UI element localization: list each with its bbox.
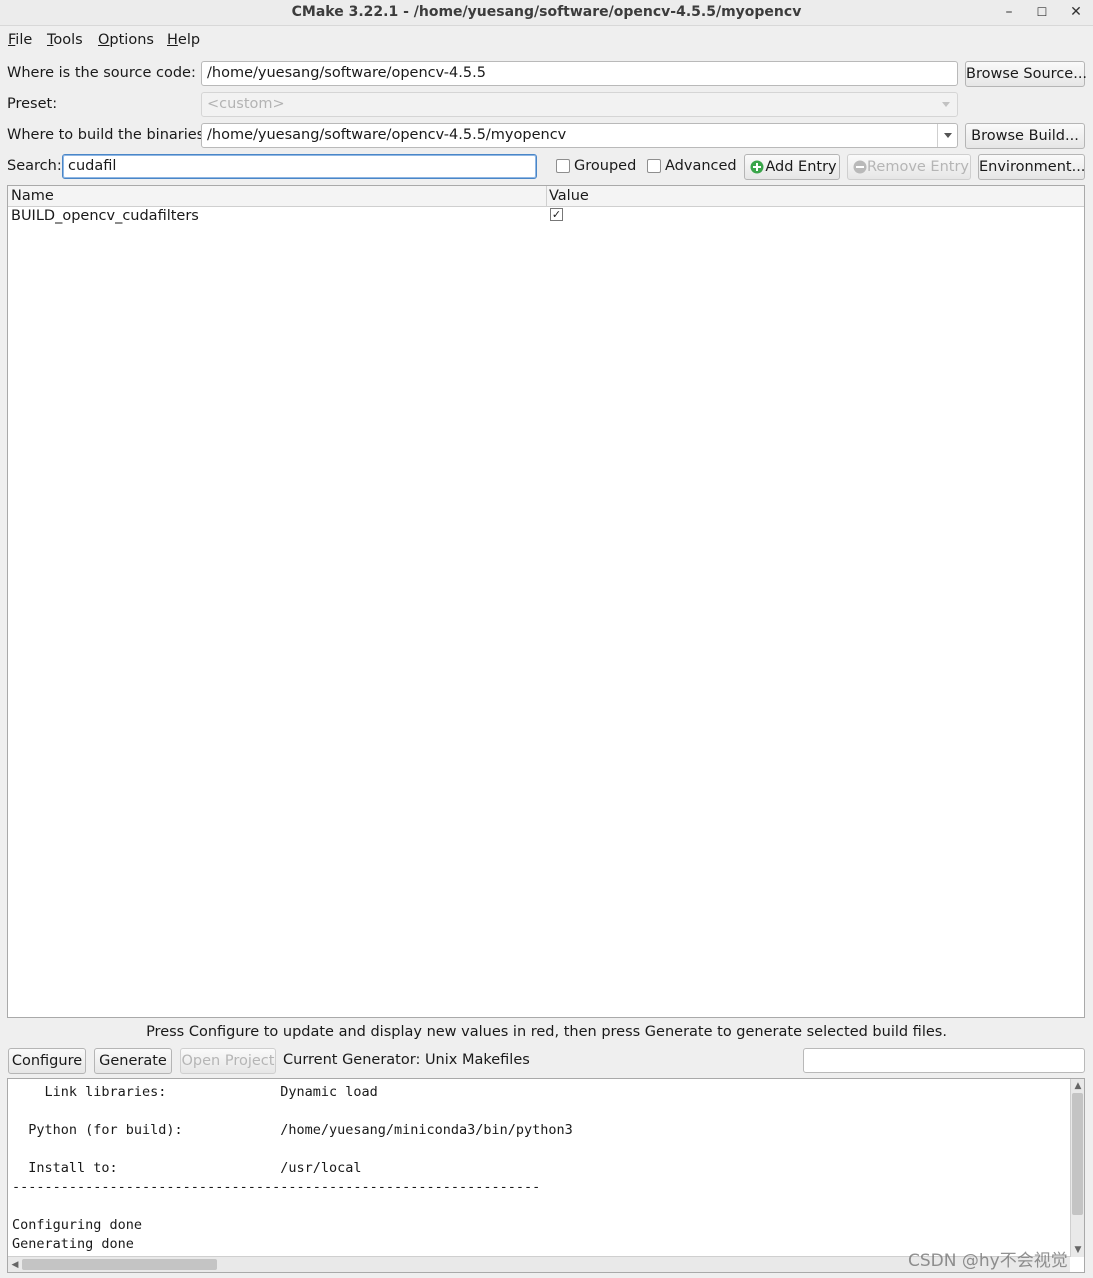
output-search-input[interactable]: [803, 1048, 1085, 1073]
menu-options-mnemonic: O: [98, 32, 110, 48]
preset-dropdown-icon: [936, 93, 956, 116]
preset-value: <custom>: [207, 96, 285, 112]
menu-help-label: elp: [177, 32, 201, 48]
title-bar: CMake 3.22.1 - /home/yuesang/software/op…: [0, 0, 1093, 26]
watermark: CSDN @hy不会视觉: [908, 1251, 1068, 1271]
environment-button[interactable]: Environment...: [978, 154, 1085, 180]
column-name[interactable]: Name: [11, 188, 54, 204]
menu-help[interactable]: Help: [167, 32, 200, 48]
configure-button[interactable]: Configure: [8, 1048, 86, 1074]
menu-file-label: ile: [15, 32, 33, 48]
column-separator[interactable]: [546, 186, 547, 207]
table-row-name[interactable]: BUILD_opencv_cudafilters: [11, 208, 199, 224]
output-text: Link libraries: Dynamic load Python (for…: [12, 1084, 573, 1252]
build-path-value: /home/yuesang/software/opencv-4.5.5/myop…: [207, 127, 567, 143]
scroll-up-icon[interactable]: ▲: [1071, 1079, 1084, 1093]
build-label: Where to build the binaries:: [7, 127, 210, 143]
minimize-icon[interactable]: –: [998, 2, 1020, 22]
browse-source-button[interactable]: Browse Source...: [965, 61, 1087, 87]
horizontal-scroll-thumb[interactable]: [22, 1259, 217, 1270]
status-hint: Press Configure to update and display ne…: [146, 1024, 947, 1040]
grouped-checkbox[interactable]: [556, 159, 570, 173]
source-path-input[interactable]: /home/yuesang/software/opencv-4.5.5: [201, 61, 958, 86]
scroll-down-icon[interactable]: ▼: [1071, 1243, 1084, 1257]
column-value[interactable]: Value: [549, 188, 589, 204]
vertical-scrollbar[interactable]: ▲ ▼: [1070, 1079, 1084, 1257]
grouped-label: Grouped: [574, 158, 637, 174]
build-path-combobox[interactable]: /home/yuesang/software/opencv-4.5.5/myop…: [201, 123, 958, 148]
menu-file[interactable]: File: [8, 32, 32, 48]
advanced-label: Advanced: [665, 158, 737, 174]
close-icon[interactable]: ✕: [1065, 2, 1087, 22]
output-log[interactable]: Link libraries: Dynamic load Python (for…: [7, 1078, 1085, 1273]
add-entry-button[interactable]: Add Entry: [744, 154, 840, 180]
preset-select: <custom>: [201, 92, 958, 117]
search-label: Search:: [7, 158, 62, 174]
menu-tools-label: ools: [53, 32, 83, 48]
current-generator: Current Generator: Unix Makefiles: [283, 1052, 530, 1068]
menu-options-label: ptions: [109, 32, 154, 48]
vertical-scroll-thumb[interactable]: [1072, 1093, 1083, 1215]
build-path-dropdown-icon[interactable]: [937, 124, 957, 147]
search-input[interactable]: cudafil: [62, 154, 537, 179]
maximize-icon[interactable]: ☐: [1031, 2, 1053, 22]
open-project-button: Open Project: [180, 1048, 276, 1074]
menu-tools[interactable]: Tools: [47, 32, 83, 48]
minus-circle-icon: [853, 160, 867, 174]
advanced-checkbox[interactable]: [647, 159, 661, 173]
generate-button[interactable]: Generate: [94, 1048, 172, 1074]
cache-table[interactable]: Name Value BUILD_opencv_cudafilters ✓: [7, 185, 1085, 1018]
scroll-left-icon[interactable]: ◀: [8, 1258, 22, 1272]
remove-entry-button: Remove Entry: [847, 154, 971, 180]
browse-build-button[interactable]: Browse Build...: [965, 123, 1085, 149]
menu-bar: File Tools Options Help: [0, 28, 1093, 52]
menu-help-mnemonic: H: [167, 32, 178, 48]
table-row-value-checkbox[interactable]: ✓: [550, 208, 563, 221]
remove-entry-label: Remove Entry: [866, 159, 970, 175]
source-label: Where is the source code:: [7, 65, 196, 81]
plus-circle-icon: [750, 160, 764, 174]
table-header: Name Value: [8, 186, 1084, 207]
add-entry-label: Add Entry: [765, 159, 837, 175]
menu-options[interactable]: Options: [98, 32, 154, 48]
preset-label: Preset:: [7, 96, 58, 112]
window-title: CMake 3.22.1 - /home/yuesang/software/op…: [291, 4, 802, 20]
